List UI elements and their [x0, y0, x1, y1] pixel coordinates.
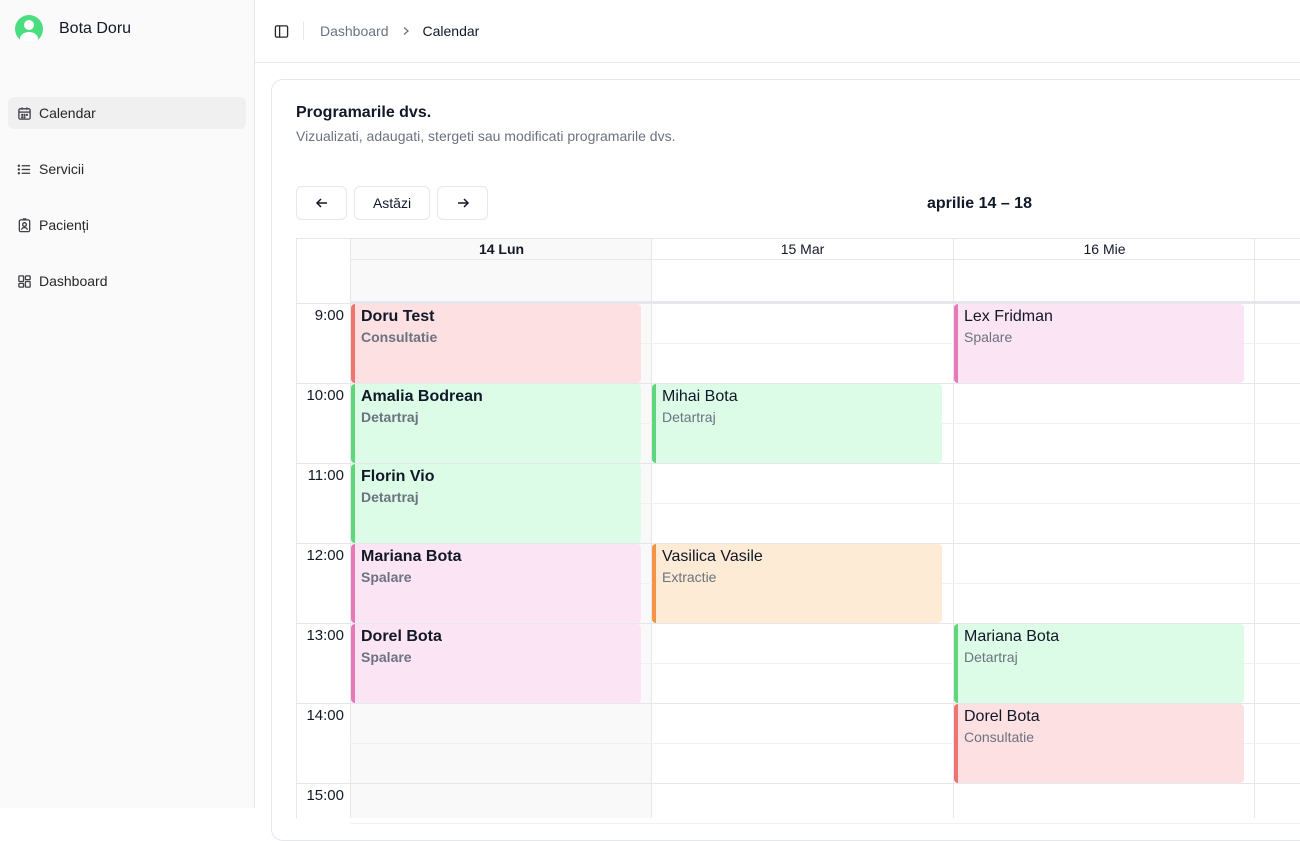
sidebar-item-dashboard[interactable]: Dashboard: [8, 265, 246, 297]
sidebar-nav: Calendar Servicii Pacienți Dashboard: [8, 97, 246, 321]
time-label: 12:00: [306, 547, 344, 564]
event-card[interactable]: Dorel Bota Consultatie: [954, 704, 1244, 783]
day-header[interactable]: [1255, 239, 1300, 260]
event-title: Mariana Bota: [964, 628, 1060, 645]
sidebar-item-servicii[interactable]: Servicii: [8, 153, 246, 185]
event-title: Mihai Bota: [662, 388, 738, 405]
top-header: Dashboard Calendar: [255, 0, 1300, 63]
event-title: Lex Fridman: [964, 308, 1053, 325]
event-title: Dorel Bota: [361, 628, 442, 645]
event-title: Dorel Bota: [964, 708, 1040, 725]
day-header[interactable]: 15 Mar: [652, 239, 953, 260]
breadcrumb-current: Calendar: [422, 23, 480, 39]
sidebar-item-label: Servicii: [39, 161, 85, 177]
day-column-1[interactable]: 15 Mar: [651, 238, 953, 818]
all-day-slot[interactable]: [1255, 260, 1300, 303]
day-header[interactable]: 16 Mie: [954, 239, 1255, 260]
calendar-icon: [16, 105, 32, 121]
breadcrumb-dashboard-link[interactable]: Dashboard: [320, 23, 389, 39]
sidebar-toggle-button[interactable]: [272, 22, 290, 40]
sidebar-item-label: Pacienți: [39, 217, 89, 233]
today-button[interactable]: Astăzi: [354, 186, 430, 220]
event-card[interactable]: Florin Vio Detartraj: [351, 464, 641, 543]
prev-week-button[interactable]: [296, 186, 347, 220]
event-card[interactable]: Dorel Bota Spalare: [351, 624, 641, 703]
event-service: Extractie: [662, 569, 717, 585]
event-card[interactable]: Mariana Bota Spalare: [351, 544, 641, 623]
event-card[interactable]: Mariana Bota Detartraj: [954, 624, 1244, 703]
all-day-slot[interactable]: [351, 260, 652, 303]
sidebar-item-label: Calendar: [39, 105, 96, 121]
event-card[interactable]: Mihai Bota Detartraj: [652, 384, 942, 463]
event-service: Detartraj: [361, 409, 419, 425]
event-service: Spalare: [361, 649, 412, 665]
event-service: Detartraj: [662, 409, 716, 425]
time-gutter: [296, 238, 350, 818]
event-service: Consultatie: [964, 729, 1035, 745]
half-hour-gridline: [350, 823, 1300, 824]
chevron-right-icon: [401, 26, 411, 36]
all-day-slot[interactable]: [652, 260, 953, 303]
time-label: 10:00: [306, 387, 344, 404]
sidebar-item-pacienti[interactable]: Pacienți: [8, 209, 246, 241]
time-label: 14:00: [306, 707, 344, 724]
arrow-right-icon: [457, 198, 469, 208]
sidebar-item-label: Dashboard: [39, 273, 108, 289]
time-label: 9:00: [314, 307, 344, 324]
event-title: Doru Test: [361, 308, 435, 325]
user-name: Bota Doru: [59, 20, 132, 37]
date-range-label: aprilie 14 – 18: [927, 195, 1032, 212]
user-profile[interactable]: Bota Doru: [15, 15, 131, 43]
event-card[interactable]: Doru Test Consultatie: [351, 304, 641, 383]
event-title: Amalia Bodrean: [361, 388, 483, 405]
event-service: Detartraj: [964, 649, 1018, 665]
avatar: [15, 15, 43, 43]
event-service: Consultatie: [361, 329, 438, 345]
header-divider: [303, 22, 304, 40]
contact-icon: [16, 217, 32, 233]
next-week-button[interactable]: [437, 186, 488, 220]
time-label: 13:00: [306, 627, 344, 644]
time-label: 15:00: [306, 787, 344, 804]
dashboard-icon: [16, 273, 32, 289]
event-card[interactable]: Vasilica Vasile Extractie: [652, 544, 942, 623]
day-header[interactable]: 14 Lun: [351, 239, 652, 260]
sidebar-item-calendar[interactable]: Calendar: [8, 97, 246, 129]
event-service: Spalare: [361, 569, 412, 585]
day-column-3[interactable]: [1254, 238, 1300, 818]
list-icon: [16, 161, 32, 177]
all-day-slot[interactable]: [954, 260, 1255, 303]
arrow-left-icon: [315, 198, 327, 208]
event-service: Spalare: [964, 329, 1013, 345]
calendar-grid: 14 Lun 15 Mar 16 Mie 9:00 10:00 11:00 12:00…: [296, 238, 1300, 824]
event-title: Vasilica Vasile: [662, 548, 763, 565]
event-title: Mariana Bota: [361, 548, 462, 565]
card-title: Programarile dvs.: [296, 104, 432, 121]
card-subtitle: Vizualizati, adaugati, stergeti sau modi…: [296, 128, 676, 144]
time-label: 11:00: [307, 467, 344, 484]
event-card[interactable]: Amalia Bodrean Detartraj: [351, 384, 641, 463]
event-service: Detartraj: [361, 489, 419, 505]
event-title: Florin Vio: [361, 468, 435, 485]
sidebar: Bota Doru Calendar Servicii Pacienți Das…: [0, 0, 255, 808]
panel-left-icon: [274, 24, 288, 38]
hour-gridline: [296, 783, 1300, 784]
event-card[interactable]: Lex Fridman Spalare: [954, 304, 1244, 383]
breadcrumb: Dashboard Calendar: [320, 22, 479, 40]
